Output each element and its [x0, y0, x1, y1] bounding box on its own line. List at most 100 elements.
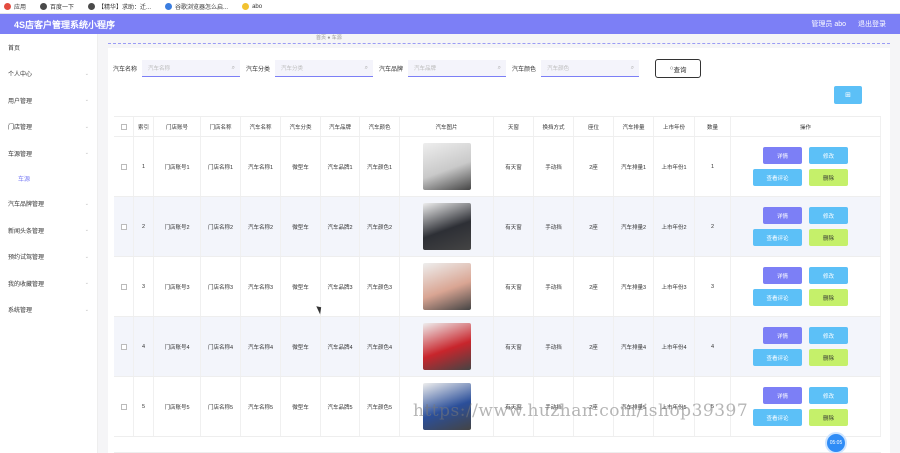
- cell: 汽车品牌3: [321, 257, 360, 316]
- cell: [114, 317, 134, 376]
- search-input[interactable]: 汽车品牌 ⌕: [408, 60, 507, 77]
- detail-button[interactable]: 详情: [763, 327, 802, 344]
- breadcrumb[interactable]: 首页 ● 车源: [313, 34, 345, 41]
- edit-button[interactable]: 修改: [809, 207, 848, 224]
- column-header: 汽车颜色: [360, 117, 400, 136]
- sidebar-item[interactable]: 汽车品牌管理 ⌄: [0, 191, 97, 218]
- detail-button[interactable]: 详情: [763, 147, 802, 164]
- cell: 汽车品牌5: [321, 377, 360, 436]
- search-bar: 汽车名称 汽车名称 ⌕ 汽车分类 汽车分类 ⌕ 汽车品牌 汽车品牌 ⌕ 汽车颜色 汽车颜色 ⌕ ○ 查询: [113, 59, 702, 78]
- column-header: 上市年份: [654, 117, 695, 136]
- table-row: 4 门店账号4 门店名称4 汽车名称4 微型车 汽车品牌4 汽车颜色4 有天窗 手动挡 2座 汽车排…: [114, 317, 881, 377]
- view-review-button[interactable]: 查看评论: [753, 229, 802, 246]
- view-review-button[interactable]: 查看评论: [753, 169, 802, 186]
- logout-link[interactable]: 退出登录: [858, 19, 886, 29]
- cell: 2: [134, 197, 154, 256]
- column-header-label: 座位: [587, 124, 599, 131]
- sidebar-item[interactable]: 门店管理 ⌄: [0, 114, 97, 141]
- row-checkbox[interactable]: [120, 163, 127, 170]
- sidebar-item[interactable]: 预约试驾管理 ⌄: [0, 244, 97, 271]
- row-actions: 详情 修改 查看评论 删除: [753, 147, 848, 186]
- detail-button[interactable]: 详情: [763, 267, 802, 284]
- sidebar-item[interactable]: 系统管理 ⌄: [0, 297, 97, 324]
- cell-text: 有天窗: [505, 164, 522, 171]
- cell-text: 汽车颜色3: [366, 284, 393, 291]
- cell: [114, 377, 134, 436]
- sidebar-item[interactable]: 车源管理 ⌄: [0, 140, 97, 167]
- cell: 3: [695, 257, 731, 316]
- app-title: 4S店客户管理系统小程序: [14, 19, 116, 30]
- bookmark-item[interactable]: 应用: [4, 2, 26, 11]
- search-placeholder: 汽车颜色: [547, 66, 570, 72]
- bookmark-icon: [88, 3, 96, 10]
- bookmark-item[interactable]: 【精华】求助：迁...: [88, 2, 151, 11]
- delete-button[interactable]: 删除: [809, 169, 848, 186]
- add-button[interactable]: ⊞: [834, 86, 862, 104]
- view-review-button[interactable]: 查看评论: [753, 289, 802, 306]
- view-review-button[interactable]: 查看评论: [753, 409, 802, 426]
- view-review-button[interactable]: 查看评论: [753, 349, 802, 366]
- delete-button[interactable]: 删除: [809, 349, 848, 366]
- sidebar-item[interactable]: 个人中心 ⌄: [0, 61, 97, 88]
- select-all-checkbox[interactable]: [120, 123, 127, 130]
- table-row: 3 门店账号3 门店名称3 汽车名称3 微型车 汽车品牌3 汽车颜色3 有天窗 手动挡 2座 汽车排…: [114, 257, 881, 317]
- sidebar-item-label: 首页: [8, 45, 21, 52]
- row-checkbox[interactable]: [120, 223, 127, 230]
- sidebar-item[interactable]: 首页: [0, 34, 97, 61]
- cell-text: 汽车品牌4: [327, 344, 353, 351]
- cell: 上市年份2: [654, 197, 695, 256]
- cell: [114, 257, 134, 316]
- cell-text: 5: [141, 403, 146, 410]
- cell: 汽车名称4: [241, 317, 281, 376]
- bookmark-icon: [40, 3, 48, 10]
- cell: 详情 修改 查看评论 删除: [731, 257, 881, 316]
- delete-button[interactable]: 删除: [809, 289, 848, 306]
- edit-button[interactable]: 修改: [809, 327, 848, 344]
- search-input[interactable]: 汽车名称 ⌕: [142, 60, 241, 77]
- cell-text: 汽车名称3: [247, 284, 274, 291]
- sidebar-item-label: 车源管理: [8, 151, 33, 158]
- edit-button[interactable]: 修改: [809, 387, 848, 404]
- delete-button[interactable]: 删除: [809, 229, 848, 246]
- cell: 汽车品牌1: [321, 137, 360, 196]
- cell-text: 3: [141, 283, 146, 290]
- cell-text: 2座: [589, 164, 598, 171]
- cell: 有天窗: [494, 197, 534, 256]
- search-placeholder: 汽车品牌: [414, 66, 437, 72]
- cell: 门店名称2: [201, 197, 241, 256]
- cell: 2座: [574, 137, 614, 196]
- bookmark-item[interactable]: 百度一下: [40, 2, 74, 11]
- car-image: [422, 263, 471, 310]
- cell: 5: [134, 377, 154, 436]
- row-checkbox[interactable]: [120, 403, 127, 410]
- search-placeholder: 汽车名称: [148, 66, 171, 72]
- cell: 门店账号4: [154, 317, 201, 376]
- sidebar-item[interactable]: 我的收藏管理 ⌄: [0, 270, 97, 297]
- bookmark-item[interactable]: abo: [242, 3, 262, 10]
- delete-button[interactable]: 删除: [809, 409, 848, 426]
- cell-text: 3: [710, 283, 715, 290]
- cell: 汽车名称3: [241, 257, 281, 316]
- edit-button[interactable]: 修改: [809, 267, 848, 284]
- sidebar-item[interactable]: 新闻头条管理 ⌄: [0, 217, 97, 244]
- cell-text: 有天窗: [505, 224, 522, 231]
- sidebar-subitem[interactable]: 车源: [0, 167, 97, 191]
- cell: 汽车排量2: [614, 197, 654, 256]
- detail-button[interactable]: 详情: [763, 387, 802, 404]
- cell: [114, 197, 134, 256]
- sidebar-item[interactable]: 用户管理 ⌄: [0, 87, 97, 114]
- column-header-label: 上市年份: [662, 124, 685, 131]
- column-header-label: 汽车品牌: [328, 124, 351, 131]
- bookmark-item[interactable]: 谷歌浏览器怎么启...: [165, 2, 228, 11]
- search-input[interactable]: 汽车颜色 ⌕: [541, 60, 640, 77]
- cell-text: 手动挡: [545, 284, 562, 291]
- row-checkbox[interactable]: [120, 343, 127, 350]
- detail-button[interactable]: 详情: [763, 207, 802, 224]
- cell: 汽车颜色3: [360, 257, 400, 316]
- cell: 汽车名称2: [241, 197, 281, 256]
- row-checkbox[interactable]: [120, 283, 127, 290]
- search-input[interactable]: 汽车分类 ⌕: [275, 60, 374, 77]
- edit-button[interactable]: 修改: [809, 147, 848, 164]
- search-button[interactable]: ○ 查询: [655, 59, 702, 78]
- cell: 微型车: [281, 317, 321, 376]
